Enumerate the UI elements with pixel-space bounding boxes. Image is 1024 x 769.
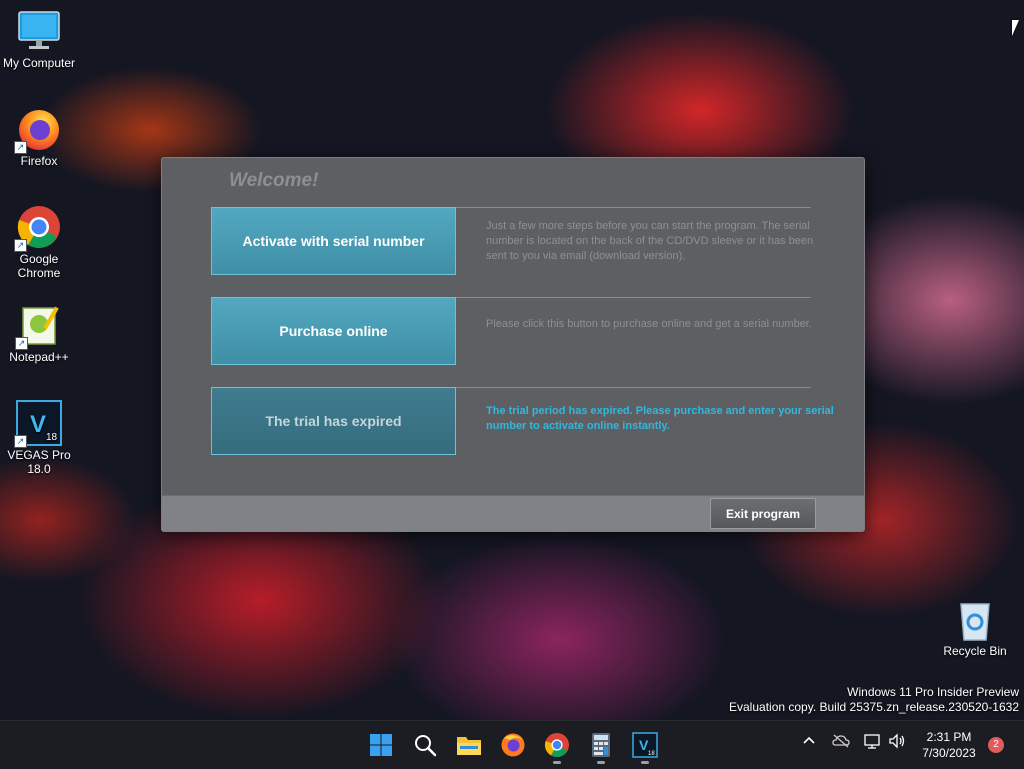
- start-icon: [370, 734, 392, 756]
- windows-watermark: Windows 11 Pro Insider Preview Evaluatio…: [729, 685, 1019, 715]
- clock-time: 2:31 PM: [926, 730, 972, 744]
- taskbar: V 18 2:31 PM 7/30/2023 2: [0, 720, 1024, 769]
- desktop-icon-chrome[interactable]: ↗ Google Chrome: [0, 204, 78, 280]
- desktop-icon-recycle-bin[interactable]: Recycle Bin: [936, 598, 1014, 658]
- svg-text:18: 18: [46, 432, 58, 443]
- desktop-icon-my-computer[interactable]: My Computer: [0, 10, 78, 70]
- notepadpp-icon: ↗: [15, 304, 61, 350]
- desktop-icon-label: Recycle Bin: [943, 644, 1007, 658]
- monitor-icon: [18, 10, 60, 54]
- desktop-background: My Computer ↗ Firefox ↗ Google Chrome ↗ …: [0, 0, 1024, 720]
- notification-badge[interactable]: 2: [988, 737, 1004, 753]
- desktop-icon-label: Google Chrome: [17, 252, 61, 280]
- desktop-icon-label: My Computer: [2, 56, 76, 70]
- purchase-online-button[interactable]: Purchase online: [211, 297, 456, 365]
- desktop-icon-label: Firefox: [20, 154, 58, 168]
- clock-date: 7/30/2023: [922, 746, 976, 760]
- system-clock[interactable]: 2:31 PM 7/30/2023: [912, 729, 986, 761]
- purchase-description: Please click this button to purchase onl…: [486, 318, 812, 330]
- shortcut-arrow-icon: ↗: [14, 435, 27, 448]
- taskbar-calculator-button[interactable]: [585, 729, 617, 764]
- search-icon: [415, 735, 437, 757]
- activation-dialog: Welcome! Activate with serial number Jus…: [161, 157, 865, 532]
- desktop-icon-firefox[interactable]: ↗ Firefox: [0, 106, 78, 168]
- watermark-edition: Windows 11 Pro Insider Preview: [847, 685, 1019, 699]
- vegas-icon: V 18: [632, 732, 658, 758]
- firefox-icon: ↗: [14, 106, 62, 154]
- dialog-title: Welcome!: [229, 170, 319, 191]
- shortcut-arrow-icon: ↗: [14, 141, 27, 154]
- firefox-icon: [501, 733, 525, 757]
- desktop-icon-notepadpp[interactable]: ↗ Notepad++: [0, 304, 78, 364]
- chrome-icon: [544, 733, 569, 758]
- mouse-cursor-icon: [1012, 20, 1019, 36]
- show-hidden-icons-chevron-icon[interactable]: [802, 734, 816, 751]
- svg-text:18: 18: [648, 751, 655, 757]
- volume-icon[interactable]: [888, 733, 906, 752]
- trial-expired-message: The trial period has expired. Please pur…: [486, 405, 834, 432]
- desktop-icon-label: VEGAS Pro 18.0: [7, 448, 71, 476]
- desktop-icon-vegas-pro[interactable]: V 18 ↗ VEGAS Pro 18.0: [0, 400, 78, 476]
- file-explorer-icon: [457, 737, 481, 755]
- svg-text:V: V: [30, 411, 46, 438]
- chrome-icon: ↗: [14, 204, 62, 252]
- activate-serial-button[interactable]: Activate with serial number: [211, 207, 456, 275]
- dialog-footer: Exit program: [162, 495, 864, 531]
- onedrive-offline-icon[interactable]: [832, 734, 850, 751]
- calculator-icon: [592, 733, 610, 757]
- trial-expired-button[interactable]: The trial has expired: [211, 387, 456, 455]
- shortcut-arrow-icon: ↗: [15, 337, 28, 350]
- taskbar-vegas-button[interactable]: V 18: [629, 729, 661, 764]
- recycle-bin-icon: [955, 598, 995, 642]
- start-button[interactable]: [365, 729, 397, 761]
- exit-program-button[interactable]: Exit program: [710, 498, 816, 529]
- search-button[interactable]: [409, 729, 441, 761]
- desktop-icon-label: Notepad++: [9, 350, 69, 364]
- file-explorer-button[interactable]: [453, 729, 485, 761]
- vegas-icon: V 18 ↗: [14, 400, 62, 448]
- taskbar-chrome-button[interactable]: [541, 729, 573, 764]
- taskbar-firefox-button[interactable]: [497, 729, 529, 761]
- watermark-build: Evaluation copy. Build 25375.zn_release.…: [729, 700, 1019, 714]
- activate-description: Just a few more steps before you can sta…: [486, 220, 814, 262]
- network-icon[interactable]: [864, 733, 882, 752]
- shortcut-arrow-icon: ↗: [14, 239, 27, 252]
